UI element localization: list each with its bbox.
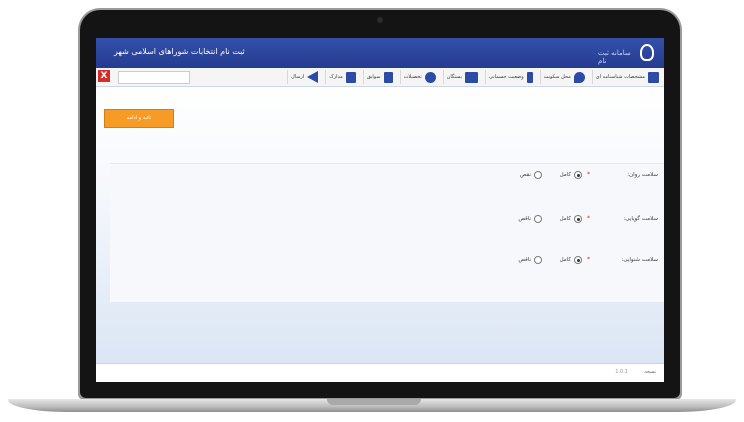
tab-label: مدارک [329,74,343,80]
location-pin-icon [573,71,585,83]
tab-label: سوابق [366,74,381,80]
footer-text: نسخه [644,369,656,375]
radio-button[interactable] [574,215,582,223]
option-deficient[interactable]: ناقص [518,215,542,223]
radio-button[interactable] [534,171,542,179]
tab-documents[interactable]: مدارک [325,70,359,84]
tab-identity[interactable]: مشخصات شناسنامه ای [591,70,662,84]
tab-label: بستگان [446,74,463,80]
laptop-notch [327,399,421,405]
tab-records[interactable]: سوابق [362,70,396,84]
option-label: کامل [559,216,571,222]
send-arrow-icon [307,71,319,83]
required-marker: * [587,256,590,263]
required-marker: * [587,171,590,178]
confirm-continue-button[interactable]: تائید و ادامه [104,109,174,128]
footer-version: 1.0.1 [615,369,628,375]
option-deficient[interactable]: نقص [520,171,542,179]
tab-residence[interactable]: محل سکونت [539,70,588,84]
family-icon [465,71,479,83]
row-label: سلامت گویایی: [623,216,658,222]
tab-label: ارسال [291,74,305,80]
laptop-screen: ثبت نام انتخابات شوراهای اسلامی شهر ساما… [96,38,664,382]
required-marker: * [587,215,590,222]
tab-label: مشخصات شناسنامه ای [595,74,645,80]
option-label: ناقص [518,257,531,263]
webcam [377,17,383,23]
row-label: سلامت شنوایی: [621,257,658,263]
graduation-cap-icon [424,71,436,83]
tab-label: وضعیت جسمانی [489,74,524,80]
form-row-speech-health: سلامت گویایی: * کامل ناقص [110,214,664,228]
radio-button[interactable] [574,171,582,179]
row-label: سلامت روان: [627,172,658,178]
files-icon [345,71,356,83]
tab-send[interactable]: ارسال [287,70,321,84]
emblem-icon [640,44,654,61]
logo: سامانه ثبت نام [598,41,658,65]
toolbar-search-field[interactable] [118,71,190,84]
document-icon [383,71,393,83]
option-complete[interactable]: کامل [560,171,582,179]
close-icon[interactable]: X [98,70,110,82]
option-complete[interactable]: کامل [560,215,582,223]
radio-button[interactable] [534,215,542,223]
form-row-mental-health: سلامت روان: * کامل نقص [110,170,664,184]
app-footer: نسخه 1.0.1 [96,363,664,382]
id-card-icon [648,71,659,83]
option-complete[interactable]: کامل [560,256,582,264]
tab-label: محل سکونت [543,74,571,80]
tab-label: تحصیلات [403,74,422,80]
logo-text: سامانه ثبت نام [598,49,631,65]
option-deficient[interactable]: ناقص [518,256,542,264]
option-label: نقص [519,172,531,178]
toolbar: مشخصات شناسنامه ای محل سکونت وضعیت جسمان… [96,68,664,87]
person-icon [526,71,533,83]
health-form-panel: سلامت روان: * کامل نقص سلامت گویایی: * ک… [110,163,664,303]
tab-relatives[interactable]: بستگان [442,70,481,84]
radio-button[interactable] [574,256,582,264]
app-header: ثبت نام انتخابات شوراهای اسلامی شهر ساما… [96,38,664,68]
radio-button[interactable] [534,256,542,264]
option-label: کامل [559,172,571,178]
tab-education[interactable]: تحصیلات [399,70,439,84]
toolbar-items: مشخصات شناسنامه ای محل سکونت وضعیت جسمان… [283,70,662,84]
form-row-hearing-health: سلامت شنوایی: * کامل ناقص [110,255,664,269]
option-label: ناقص [518,216,531,222]
tab-physical-status[interactable]: وضعیت جسمانی [485,70,536,84]
main-content: تائید و ادامه سلامت روان: * کامل نقص سلا… [96,87,664,363]
app-title: ثبت نام انتخابات شوراهای اسلامی شهر [114,47,245,56]
option-label: کامل [559,257,571,263]
